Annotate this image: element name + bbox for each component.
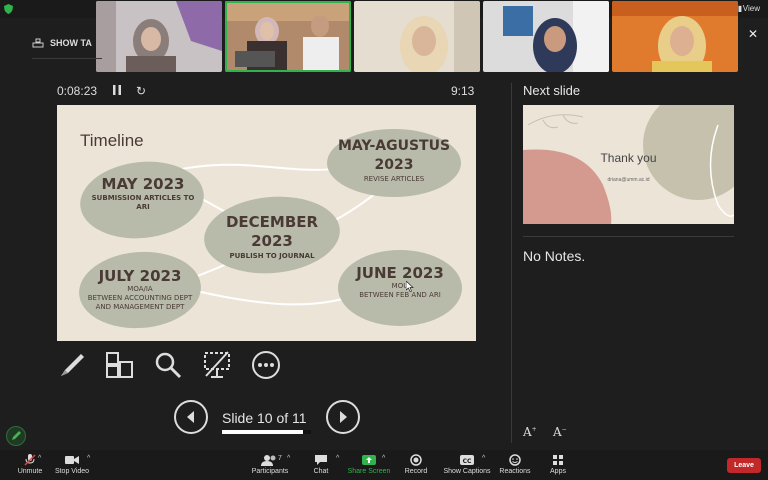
timeline-heading: MAY 2023 (101, 175, 185, 193)
next-slide-label: Next slide (523, 83, 581, 98)
timeline-detail-line: AND MANAGEMENT DEPT (95, 303, 185, 311)
taskbar-icon (32, 38, 44, 48)
next-slide-title: Thank you (600, 151, 657, 165)
show-task-label: SHOW TA (50, 38, 92, 48)
apps-button[interactable]: Apps (528, 454, 588, 475)
participants-icon (261, 455, 276, 466)
participant-video-thumbnail[interactable] (612, 1, 738, 72)
divider (523, 236, 734, 237)
chat-label: Chat (313, 468, 329, 475)
current-slide: Timeline MAY 2023 SUBMISSION ARTICLES TO… (57, 105, 476, 341)
timeline-item: MAY 2023 SUBMISSION ARTICLES TO ARI (83, 176, 203, 212)
timeline-item: JUNE 2023 MOU BETWEEN FEB AND ARI (340, 265, 460, 300)
increase-font-size-icon[interactable]: A+ (523, 425, 537, 439)
participant-video-image (612, 1, 738, 72)
record-label: Record (404, 468, 428, 475)
video-camera-icon (65, 456, 79, 464)
next-slide-button[interactable] (326, 400, 360, 434)
participant-video-image (225, 1, 351, 72)
chevron-right-icon (340, 411, 347, 423)
decrease-font-size-icon[interactable]: A− (553, 425, 567, 439)
zoom-magnifier-icon[interactable] (153, 350, 183, 380)
panel-divider[interactable] (511, 83, 512, 443)
closed-captions-icon: CC (460, 455, 474, 465)
security-shield-icon[interactable] (4, 4, 13, 14)
divider (32, 58, 102, 59)
timeline-detail: PUBLISH TO JOURNAL (229, 252, 315, 260)
black-screen-icon[interactable] (202, 350, 232, 380)
next-slide-email: driana@umm.ac.id (607, 177, 650, 183)
pen-icon[interactable] (57, 350, 87, 380)
slide-title: Timeline (80, 131, 144, 150)
more-options-icon[interactable] (251, 350, 281, 380)
leave-button[interactable]: Leave (727, 458, 761, 473)
apps-grid-icon (553, 455, 563, 465)
view-label: View (742, 4, 760, 13)
timeline-heading: JULY 2023 (98, 267, 182, 285)
participant-video-thumbnail[interactable] (483, 1, 609, 72)
close-icon[interactable]: ✕ (748, 27, 758, 41)
stop-video-label: Stop Video (54, 468, 90, 475)
timeline-item: MAY-AGUSTUS 2023 REVISE ARTICLES (329, 137, 459, 184)
speaker-notes: No Notes. (523, 248, 586, 264)
participant-video-image (483, 1, 609, 72)
annotate-pencil-button[interactable] (6, 426, 26, 446)
timeline-detail-line: MOU (391, 282, 409, 290)
stop-video-button[interactable]: Stop Video (42, 454, 102, 475)
audio-options-caret-icon[interactable]: ^ (38, 455, 41, 462)
clock: 9:13 (451, 84, 475, 98)
timeline-item: DECEMBER 2023 PUBLISH TO JOURNAL (212, 213, 332, 261)
slide-progress-remaining (303, 430, 311, 434)
unmute-label: Unmute (17, 468, 43, 475)
record-icon (410, 454, 422, 466)
participant-video-thumbnail[interactable] (96, 1, 222, 72)
smiley-icon (509, 454, 521, 466)
chat-bubble-icon (315, 455, 327, 465)
reactions-label: Reactions (499, 468, 531, 475)
timeline-heading: DECEMBER 2023 (225, 213, 319, 250)
pencil-icon (12, 431, 21, 440)
timeline-heading: MAY-AGUSTUS 2023 (337, 138, 451, 173)
timeline-item: JULY 2023 MOA/IA BETWEEN ACCOUNTING DEPT… (79, 268, 201, 312)
view-button[interactable]: ▮ View (738, 4, 760, 13)
share-screen-caret-icon[interactable]: ^ (382, 455, 385, 462)
slide-progress-bar (222, 430, 311, 434)
svg-text:CC: CC (463, 458, 472, 465)
participant-video-thumbnail-active-speaker[interactable] (225, 1, 351, 72)
participants-label: Participants (251, 468, 289, 475)
participant-video-image (354, 1, 480, 72)
previous-slide-button[interactable] (174, 400, 208, 434)
mouse-cursor-icon (406, 281, 414, 292)
timeline-detail-line: BETWEEN ACCOUNTING DEPT (87, 294, 193, 302)
participants-count: 7 (278, 455, 282, 462)
participant-video-thumbnail[interactable] (354, 1, 480, 72)
show-captions-label: Show Captions (443, 468, 491, 475)
timeline-detail-line: BETWEEN FEB AND ARI (359, 291, 441, 299)
share-screen-icon (362, 455, 376, 465)
participants-caret-icon[interactable]: ^ (287, 455, 290, 462)
timeline-detail: REVISE ARTICLES (363, 175, 425, 183)
elapsed-timer: 0:08:23 (57, 84, 98, 98)
timeline-detail: SUBMISSION ARTICLES TO ARI (91, 194, 195, 211)
chevron-left-icon (187, 411, 194, 423)
microphone-muted-icon (24, 454, 36, 466)
pause-icon[interactable] (113, 85, 121, 95)
apps-label: Apps (550, 468, 566, 475)
reset-timer-icon[interactable]: ↻ (136, 84, 146, 98)
slide-counter: Slide 10 of 11 (222, 410, 307, 426)
next-slide-preview[interactable]: Thank you driana@umm.ac.id (523, 105, 734, 224)
timeline-detail-line: MOA/IA (127, 285, 153, 293)
share-screen-label: Share Screen (347, 468, 391, 475)
timeline-heading: JUNE 2023 (356, 264, 444, 282)
video-options-caret-icon[interactable]: ^ (87, 455, 90, 462)
show-task-toggle[interactable]: SHOW TA (32, 38, 92, 48)
participant-video-image (96, 1, 222, 72)
slide-progress-fill (222, 430, 303, 434)
all-slides-icon[interactable] (104, 350, 134, 380)
